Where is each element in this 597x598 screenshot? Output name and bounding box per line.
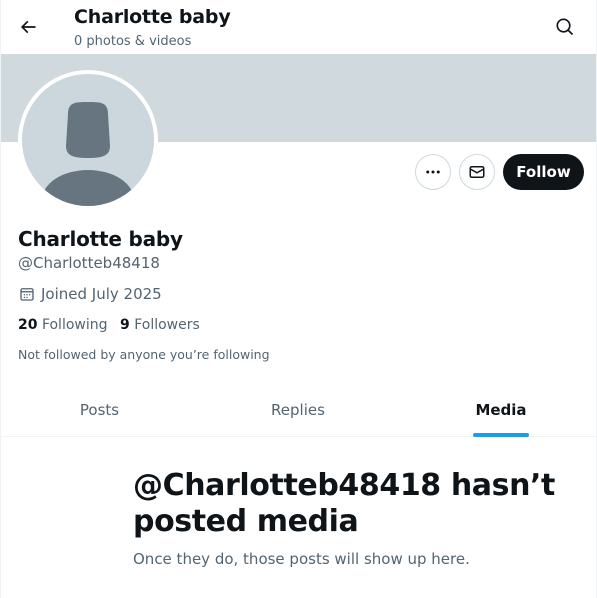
empty-state-subtitle: Once they do, those posts will show up h… [133,550,470,568]
back-arrow-icon [20,20,36,34]
follow-button[interactable]: Follow [503,154,584,190]
default-avatar-icon [22,74,154,206]
more-button[interactable] [415,154,451,190]
header-subtitle: 0 photos & videos [74,34,192,49]
profile-tabs: Posts Replies Media [1,383,596,437]
profile-page: Charlotte baby 0 photos & videos Follow … [0,0,597,598]
mail-icon [469,166,485,178]
followers-label: Followers [134,317,200,333]
followers-link[interactable]: 9 Followers [120,317,200,333]
calendar-icon [20,288,34,301]
message-button[interactable] [459,154,495,190]
not-followed-note: Not followed by anyone you’re following [18,347,270,362]
header-title: Charlotte baby [74,6,231,28]
top-bar: Charlotte baby 0 photos & videos [1,0,596,54]
search-icon [556,18,574,36]
tab-posts[interactable]: Posts [1,383,198,437]
following-label: Following [41,317,108,333]
more-icon [426,170,440,174]
following-link[interactable]: 20 Following [18,317,108,333]
joined-date: Joined July 2025 [18,285,162,303]
profile-name: Charlotte baby [18,227,183,251]
tab-replies[interactable]: Replies [198,383,398,437]
followers-count: 9 [120,317,130,333]
back-button[interactable] [10,9,46,45]
tab-media[interactable]: Media [401,383,596,437]
avatar[interactable] [18,70,158,210]
following-count: 20 [18,317,38,333]
profile-handle: @Charlotteb48418 [18,254,160,272]
active-tab-indicator [473,433,529,437]
search-button[interactable] [547,9,583,45]
empty-state-title: @Charlotteb48418 hasn’t posted media [133,468,555,539]
joined-label: Joined July 2025 [41,285,162,303]
